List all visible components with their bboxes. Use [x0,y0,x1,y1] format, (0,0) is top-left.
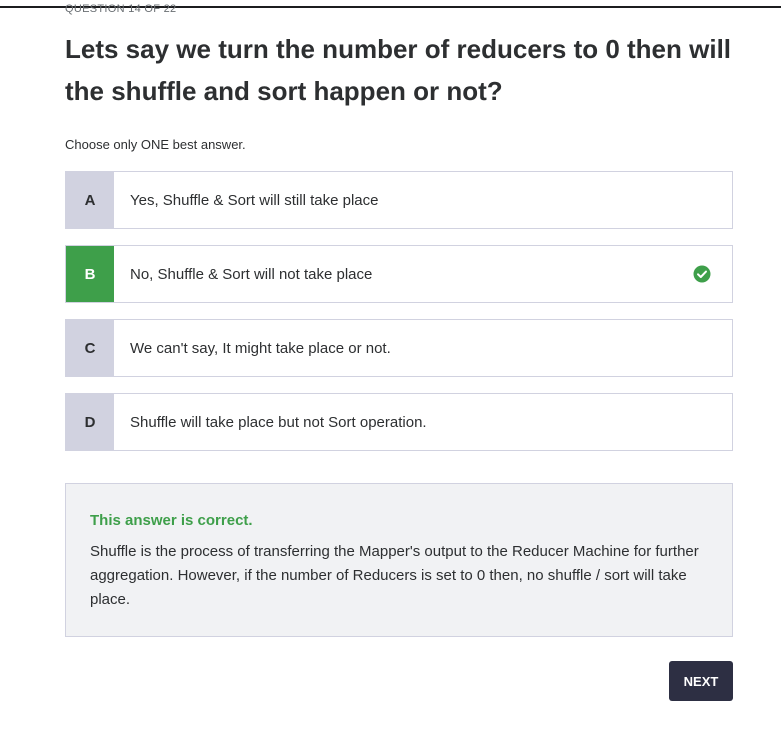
answer-option-d[interactable]: D Shuffle will take place but not Sort o… [65,393,733,451]
feedback-explanation: Shuffle is the process of transferring t… [90,543,699,608]
option-letter: A [66,172,114,228]
feedback-panel: This answer is correct. Shuffle is the p… [65,483,733,637]
option-text: Shuffle will take place but not Sort ope… [130,413,427,431]
option-letter: D [66,394,114,450]
answer-option-a[interactable]: A Yes, Shuffle & Sort will still take pl… [65,171,733,229]
option-letter: B [66,246,114,302]
feedback-status: This answer is correct. [90,512,253,529]
next-button[interactable]: NEXT [669,661,733,701]
answer-instruction: Choose only ONE best answer. [65,137,246,152]
answer-option-c[interactable]: C We can't say, It might take place or n… [65,319,733,377]
option-text: No, Shuffle & Sort will not take place [130,265,373,283]
option-text: We can't say, It might take place or not… [130,339,391,357]
question-counter: QUESTION 14 OF 22 [65,3,177,15]
question-title: Lets say we turn the number of reducers … [65,34,732,106]
option-letter: C [66,320,114,376]
answer-option-b[interactable]: B No, Shuffle & Sort will not take place [65,245,733,303]
option-text: Yes, Shuffle & Sort will still take plac… [130,191,379,209]
check-circle-icon [672,246,732,302]
quiz-page: QUESTION 14 OF 22 Lets say we turn the n… [0,0,781,733]
